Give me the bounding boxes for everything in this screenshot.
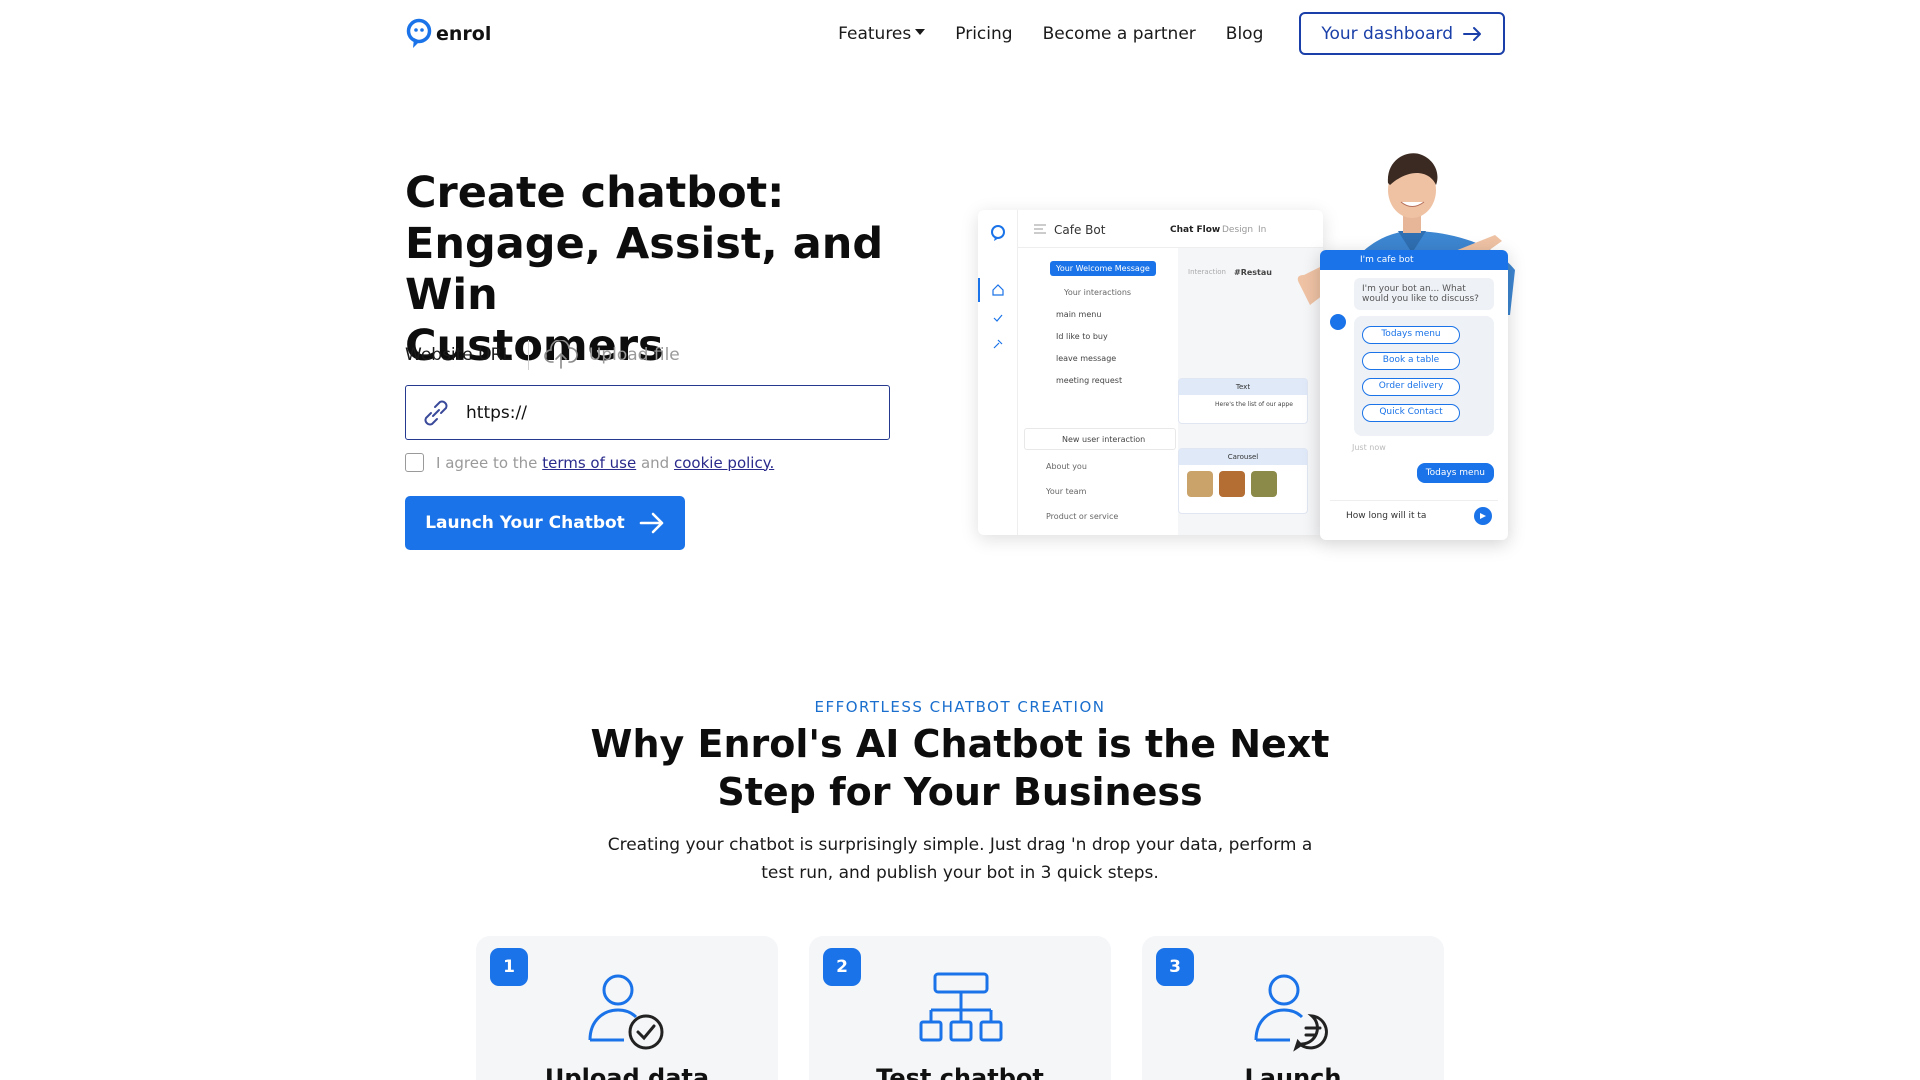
node-body: Here's the list of our appe (1215, 401, 1293, 408)
step-number: 3 (1156, 948, 1194, 986)
nav-blog[interactable]: Blog (1226, 24, 1264, 44)
nav-features-label: Features (838, 23, 912, 44)
mockup-text-node: Text Here's the list of our appe (1178, 378, 1308, 424)
tab-website-url[interactable]: Website URL (405, 340, 529, 370)
node-head: Text (1179, 379, 1307, 395)
enrol-logo-icon (406, 18, 432, 48)
chat-header: I'm cafe bot (1320, 250, 1508, 270)
mockup-sidebar (978, 210, 1018, 535)
hero-title-line: Create chatbot: (405, 168, 785, 218)
mockup-bot-name: Cafe Bot (1054, 223, 1106, 237)
chat-widget-image: I'm cafe bot I'm your bot an... What wou… (1320, 250, 1508, 540)
mockup-section: Product or service (1046, 512, 1119, 521)
tool-icon (993, 339, 1003, 349)
mockup-tab: Design (1222, 225, 1254, 235)
nav-links: Features Pricing Become a partner Blog Y… (838, 12, 1505, 55)
top-navigation: enrol Features Pricing Become a partner … (0, 0, 1920, 68)
step-card: 2 Test chatbot (809, 936, 1111, 1080)
chat-sent-message: Todays menu (1416, 463, 1494, 483)
your-dashboard-button[interactable]: Your dashboard (1299, 12, 1505, 55)
nav-features[interactable]: Features (838, 23, 926, 44)
chat-option: Order delivery (1362, 378, 1460, 396)
sitemap-icon (919, 972, 1003, 1042)
cookie-policy-link[interactable]: cookie policy. (674, 454, 774, 472)
section-eyebrow: EFFORTLESS CHATBOT CREATION (814, 698, 1106, 716)
step-title: Launch (1244, 1064, 1342, 1080)
hero-title-line: Engage, Assist, and Win (405, 219, 884, 320)
chat-options: Todays menu Book a table Order delivery … (1354, 316, 1494, 436)
mockup-interaction-label: Interaction (1188, 268, 1226, 276)
terms-of-use-link[interactable]: terms of use (542, 454, 636, 472)
menu-lines-icon (1034, 224, 1046, 234)
chat-input-text: How long will it ta (1346, 510, 1427, 521)
website-url-input[interactable] (466, 402, 866, 423)
link-icon (406, 396, 466, 430)
step-card: 1 Upload data (476, 936, 778, 1080)
mockup-carousel-node: Carousel (1178, 448, 1308, 514)
user-chat-icon (1254, 974, 1328, 1052)
step-card: 3 Launch (1142, 936, 1444, 1080)
mockup-tab: In (1258, 225, 1267, 235)
caret-down-icon (915, 28, 926, 35)
agreement-row: I agree to the terms of use and cookie p… (405, 453, 774, 472)
agree-checkbox[interactable] (405, 453, 424, 472)
step-number: 1 (490, 948, 528, 986)
section-title: Why Enrol's AI Chatbot is the Next Step … (590, 722, 1330, 814)
arrow-right-icon (1463, 26, 1481, 41)
node-head: Carousel (1179, 449, 1307, 465)
launch-chatbot-button[interactable]: Launch Your Chatbot (405, 496, 685, 550)
source-tabs: Website URL Upload file (405, 337, 680, 373)
nav-pricing[interactable]: Pricing (955, 24, 1012, 44)
mockup-new-interaction: New user interaction (1062, 435, 1146, 444)
tab-upload-file[interactable]: Upload file (529, 340, 680, 370)
chat-option: Quick Contact (1362, 404, 1460, 422)
send-icon (1474, 506, 1492, 525)
dashboard-label: Your dashboard (1321, 23, 1453, 44)
mockup-interaction: leave message (1056, 354, 1117, 363)
launch-label: Launch Your Chatbot (425, 513, 625, 533)
mockup-welcome-pill: Your Welcome Message (1050, 261, 1156, 276)
chat-input: How long will it ta (1330, 500, 1498, 530)
nav-become-partner[interactable]: Become a partner (1043, 24, 1196, 44)
check-icon (993, 314, 1003, 322)
website-url-field[interactable] (405, 385, 890, 440)
mockup-interaction-name: #Restau (1234, 268, 1272, 277)
mockup-logo-icon (991, 225, 1005, 241)
chat-time: Just now (1352, 443, 1386, 452)
upload-file-label: Upload file (588, 345, 680, 365)
agree-and: and (640, 453, 670, 472)
bot-avatar (1330, 314, 1346, 330)
agreement-text: I agree to the terms of use and cookie p… (436, 454, 774, 472)
user-check-icon (588, 974, 664, 1050)
cloud-upload-icon (544, 340, 578, 369)
mockup-section: About you (1046, 462, 1087, 471)
logo[interactable]: enrol (406, 18, 491, 50)
logo-text: enrol (436, 23, 492, 45)
mockup-interaction: meeting request (1056, 376, 1123, 385)
chat-bubble: I'm your bot an... What would you like t… (1354, 278, 1494, 310)
mockup-interaction: Id like to buy (1056, 332, 1108, 341)
mockup-section: Your team (1046, 487, 1087, 496)
arrow-right-icon (639, 512, 664, 534)
mockup-tab: Chat Flow (1170, 225, 1221, 235)
chat-option: Book a table (1362, 352, 1460, 370)
mockup-topbar: Cafe Bot Chat Flow Design In (1018, 210, 1323, 248)
builder-mockup-image: Cafe Bot Chat Flow Design In Your Welcom… (978, 210, 1323, 535)
step-title: Test chatbot (876, 1064, 1044, 1080)
step-title: Upload data (544, 1064, 710, 1080)
section-subtitle: Creating your chatbot is surprisingly si… (607, 835, 1313, 883)
mockup-interaction: main menu (1056, 310, 1102, 319)
step-number: 2 (823, 948, 861, 986)
home-icon (992, 284, 1004, 296)
agree-prefix: I agree to the (436, 453, 538, 472)
mockup-text: Your interactions (1064, 288, 1132, 297)
chat-option: Todays menu (1362, 326, 1460, 344)
